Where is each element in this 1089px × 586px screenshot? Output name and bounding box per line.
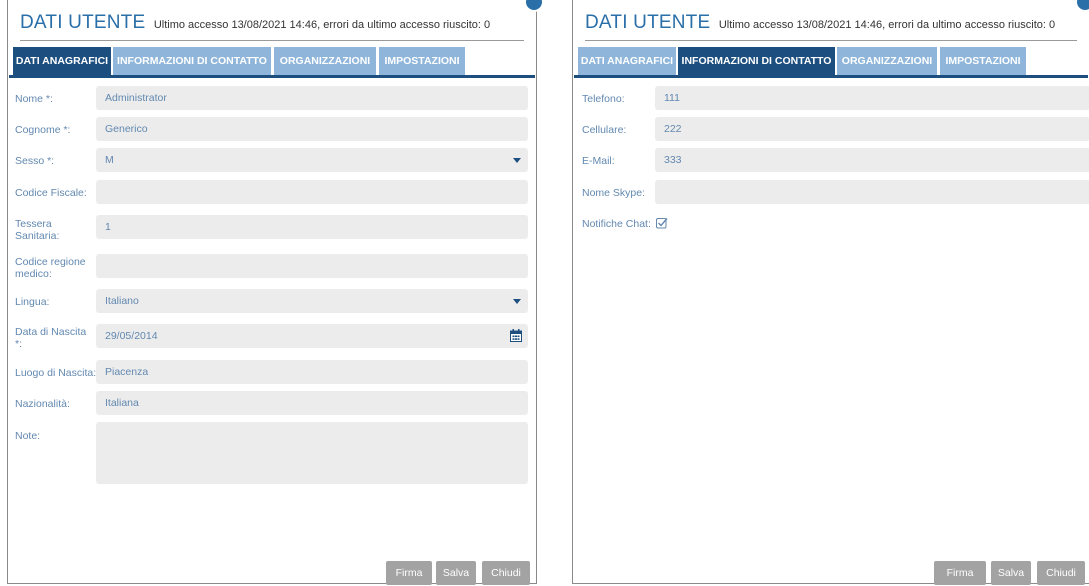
salva-button[interactable]: Salva (436, 561, 476, 585)
nazionalita-label: Nazionalità: (15, 398, 70, 410)
nazionalita-input[interactable]: Italiana (96, 391, 528, 415)
note-textarea[interactable] (96, 422, 528, 484)
tab-organizzazioni[interactable]: ORGANIZZAZIONI (837, 47, 937, 75)
sesso-label: Sesso *: (15, 155, 55, 167)
dialog-title-bar: DATI UTENTE Ultimo accesso 13/08/2021 14… (20, 12, 524, 41)
cellulare-input[interactable]: 222 (655, 117, 1089, 141)
sesso-value: M (105, 154, 114, 166)
tab-organizzazioni[interactable]: ORGANIZZAZIONI (274, 47, 376, 75)
chiudi-button[interactable]: Chiudi (1037, 561, 1085, 585)
nome-label: Nome *: (15, 93, 53, 105)
cognome-label: Cognome *: (15, 124, 71, 136)
codice-regione-label-line1: Codice regione (15, 256, 86, 268)
note-label: Note: (15, 430, 41, 442)
user-dialog-anagrafici: DATI UTENTE Ultimo accesso 13/08/2021 14… (7, 0, 544, 585)
cognome-input[interactable]: Generico (96, 117, 528, 141)
last-access-info: Ultimo accesso 13/08/2021 14:46, errori … (718, 19, 1056, 31)
data-nascita-input[interactable]: 29/05/2014 (96, 324, 528, 348)
lingua-label: Lingua: (15, 296, 50, 308)
corner-badge-icon (1075, 0, 1089, 12)
luogo-nascita-label: Luogo di Nascita: (15, 367, 97, 379)
tab-dati-anagrafici[interactable]: DATI ANAGRAFICI (13, 47, 111, 75)
last-access-info: Ultimo accesso 13/08/2021 14:46, errori … (153, 19, 491, 31)
email-label: E-Mail: (582, 155, 615, 167)
lingua-value: Italiano (105, 295, 139, 307)
dialog-title: DATI UTENTE (20, 12, 146, 33)
data-nascita-value: 29/05/2014 (105, 330, 158, 342)
codice-fiscale-input[interactable] (96, 180, 528, 204)
telefono-label: Telefono: (582, 93, 625, 105)
chevron-down-icon[interactable] (513, 299, 521, 304)
tessera-label-line2: Sanitaria: (15, 230, 60, 242)
data-nascita-label-line1: Data di Nascita (15, 326, 87, 338)
chiudi-button[interactable]: Chiudi (482, 561, 530, 585)
data-nascita-label: Data di Nascita *: (15, 326, 86, 350)
tab-impostazioni[interactable]: IMPOSTAZIONI (379, 47, 465, 75)
sesso-select[interactable]: M (96, 148, 528, 172)
luogo-nascita-input[interactable]: Piacenza (96, 360, 528, 384)
codice-fiscale-label: Codice Fiscale: (15, 187, 87, 199)
user-dialog-contatto: DATI UTENTE Ultimo accesso 13/08/2021 14… (572, 0, 1089, 585)
codice-regione-input[interactable] (96, 254, 528, 278)
firma-button[interactable]: Firma (934, 561, 986, 585)
codice-regione-label: Codice regione medico: (15, 256, 86, 280)
tessera-sanitaria-input[interactable]: 1 (96, 215, 528, 239)
tab-impostazioni[interactable]: IMPOSTAZIONI (940, 47, 1026, 75)
salva-button[interactable]: Salva (991, 561, 1031, 585)
checkbox-checked-icon[interactable] (656, 217, 668, 229)
codice-regione-label-line2: medico: (15, 268, 52, 280)
tab-bar: DATI ANAGRAFICI INFORMAZIONI DI CONTATTO… (574, 47, 1088, 78)
chevron-down-icon[interactable] (513, 158, 521, 163)
skype-input[interactable] (655, 180, 1089, 204)
nome-input[interactable]: Administrator (96, 86, 528, 110)
tab-dati-anagrafici[interactable]: DATI ANAGRAFICI (578, 47, 676, 75)
skype-label: Nome Skype: (582, 187, 646, 199)
data-nascita-label-line2: *: (15, 338, 23, 350)
tessera-label-line1: Tessera (15, 218, 52, 230)
email-input[interactable]: 333 (655, 148, 1089, 172)
calendar-icon[interactable] (510, 329, 522, 342)
tab-informazioni-contatto[interactable]: INFORMAZIONI DI CONTATTO (678, 47, 835, 75)
dialog-title: DATI UTENTE (585, 12, 711, 33)
corner-badge-icon (524, 0, 544, 12)
lingua-select[interactable]: Italiano (96, 289, 528, 313)
tessera-sanitaria-label: Tessera Sanitaria: (15, 218, 59, 242)
dialog-title-bar: DATI UTENTE Ultimo accesso 13/08/2021 14… (585, 12, 1077, 41)
tab-informazioni-contatto[interactable]: INFORMAZIONI DI CONTATTO (113, 47, 271, 75)
telefono-input[interactable]: 111 (655, 86, 1089, 110)
notifiche-chat-label: Notifiche Chat: (582, 218, 651, 230)
cellulare-label: Cellulare: (582, 124, 627, 136)
tab-bar: DATI ANAGRAFICI INFORMAZIONI DI CONTATTO… (9, 47, 535, 78)
firma-button[interactable]: Firma (386, 561, 432, 585)
